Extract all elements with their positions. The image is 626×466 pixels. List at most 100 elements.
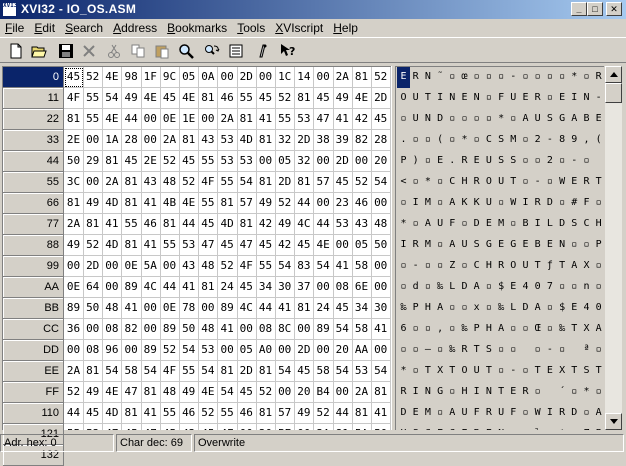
char-byte[interactable]: ▫ [568, 235, 581, 256]
char-byte[interactable]: C [482, 130, 495, 151]
hex-byte[interactable]: 54 [102, 88, 123, 109]
char-byte[interactable]: X [434, 361, 447, 382]
hex-byte[interactable]: B4 [313, 382, 334, 403]
hex-byte[interactable]: 45 [121, 151, 142, 172]
char-byte[interactable]: U [519, 256, 532, 277]
char-byte[interactable]: ▫ [556, 67, 569, 88]
script-button[interactable] [252, 41, 274, 61]
hex-byte[interactable]: 00 [352, 151, 372, 172]
char-byte[interactable]: ▫ [507, 340, 520, 361]
hex-byte[interactable]: 2A [102, 172, 123, 193]
char-byte[interactable]: ‰ [495, 298, 508, 319]
hex-byte[interactable]: 00 [313, 151, 334, 172]
char-byte[interactable]: ▫ [458, 214, 471, 235]
hex-byte[interactable]: 81 [198, 88, 219, 109]
char-byte[interactable]: K [458, 193, 471, 214]
char-byte[interactable]: D [434, 109, 447, 130]
hex-byte[interactable]: 2D [294, 130, 315, 151]
hex-byte[interactable]: 0E [64, 277, 84, 298]
hex-byte[interactable]: 52 [160, 340, 180, 361]
hex-byte[interactable]: 81 [121, 403, 142, 424]
char-byte[interactable]: ▫ [580, 403, 593, 424]
hex-byte[interactable]: 45 [371, 109, 391, 130]
hex-byte[interactable]: 50 [179, 319, 200, 340]
hex-byte[interactable]: 00 [371, 340, 391, 361]
char-byte[interactable]: D [470, 214, 483, 235]
hex-byte[interactable]: 45 [160, 88, 180, 109]
hex-byte[interactable]: 44 [313, 214, 334, 235]
hex-byte[interactable]: 53 [217, 130, 238, 151]
char-byte[interactable]: W [531, 403, 544, 424]
hex-byte[interactable]: 28 [121, 130, 142, 151]
hex-byte[interactable]: 57 [236, 193, 257, 214]
hex-byte[interactable]: 46 [217, 88, 238, 109]
char-byte[interactable]: ‰ [458, 319, 471, 340]
char-byte[interactable]: ▫ [531, 382, 544, 403]
hex-byte[interactable]: 48 [102, 298, 123, 319]
hex-byte[interactable]: 52 [160, 151, 180, 172]
hex-byte[interactable]: AA [352, 340, 372, 361]
char-byte[interactable]: ▫ [434, 340, 447, 361]
hex-byte[interactable]: 05 [352, 235, 372, 256]
char-byte[interactable]: $ [495, 277, 508, 298]
hex-byte[interactable]: 2E [140, 151, 161, 172]
app-icon[interactable]: XVI32 [2, 2, 17, 17]
hex-byte[interactable]: 0E [160, 109, 180, 130]
char-byte[interactable]: ▫ [446, 382, 459, 403]
char-byte[interactable]: $ [556, 298, 569, 319]
char-byte[interactable]: M [495, 214, 508, 235]
char-byte[interactable]: 4 [519, 277, 532, 298]
hex-byte[interactable]: 47 [313, 109, 334, 130]
char-byte[interactable]: S [495, 130, 508, 151]
char-byte[interactable]: * [458, 130, 471, 151]
char-byte[interactable]: – [421, 340, 434, 361]
hex-byte[interactable]: 89 [64, 298, 84, 319]
char-byte[interactable]: ▫ [592, 277, 604, 298]
char-byte[interactable]: ▫ [592, 256, 604, 277]
char-byte[interactable]: ▫ [458, 298, 471, 319]
hex-byte[interactable]: 55 [198, 151, 219, 172]
char-byte[interactable]: I [470, 382, 483, 403]
hex-byte[interactable]: 00 [217, 67, 238, 88]
char-byte[interactable]: ▫ [409, 361, 422, 382]
find-button[interactable] [175, 41, 197, 61]
char-byte[interactable]: D [568, 403, 581, 424]
hex-byte[interactable]: 47 [236, 235, 257, 256]
hex-byte[interactable]: 81 [179, 130, 200, 151]
char-byte[interactable]: ▫ [531, 67, 544, 88]
hex-byte[interactable]: 00 [140, 130, 161, 151]
char-byte[interactable]: ▫ [446, 109, 459, 130]
char-byte[interactable]: E [434, 151, 447, 172]
char-byte[interactable]: ▫ [519, 151, 532, 172]
hex-byte[interactable]: 57 [275, 403, 296, 424]
menu-bookmarks[interactable]: Bookmarks [162, 21, 232, 35]
char-byte[interactable]: ▫ [409, 340, 422, 361]
char-byte[interactable]: R [556, 403, 569, 424]
char-byte[interactable]: M [421, 403, 434, 424]
hex-byte[interactable]: 45 [83, 403, 104, 424]
hex-byte[interactable]: 81 [83, 361, 104, 382]
hex-byte[interactable]: 2E [64, 130, 84, 151]
hex-byte[interactable]: 58 [313, 361, 334, 382]
hex-byte[interactable]: 52 [275, 193, 296, 214]
char-byte[interactable]: * [397, 214, 410, 235]
hex-byte[interactable]: 81 [256, 172, 276, 193]
hex-byte[interactable]: 54 [332, 319, 353, 340]
char-byte[interactable]: 6 [397, 319, 410, 340]
hex-byte[interactable]: 00 [313, 67, 334, 88]
hex-byte[interactable]: 53 [179, 235, 200, 256]
hex-byte[interactable]: 2A [217, 109, 238, 130]
char-byte[interactable]: U [458, 403, 471, 424]
hex-byte[interactable]: 42 [352, 109, 372, 130]
char-byte[interactable]: ▫ [495, 340, 508, 361]
char-byte[interactable]: O [458, 361, 471, 382]
hex-byte[interactable]: 55 [217, 403, 238, 424]
char-byte[interactable]: . [446, 151, 459, 172]
char-byte[interactable]: ▫ [519, 172, 532, 193]
char-byte[interactable]: R [409, 235, 422, 256]
char-byte[interactable]: E [470, 151, 483, 172]
char-byte[interactable]: E [482, 424, 495, 430]
char-byte[interactable]: X [580, 256, 593, 277]
hex-byte[interactable]: 43 [179, 256, 200, 277]
char-byte[interactable]: U [409, 88, 422, 109]
